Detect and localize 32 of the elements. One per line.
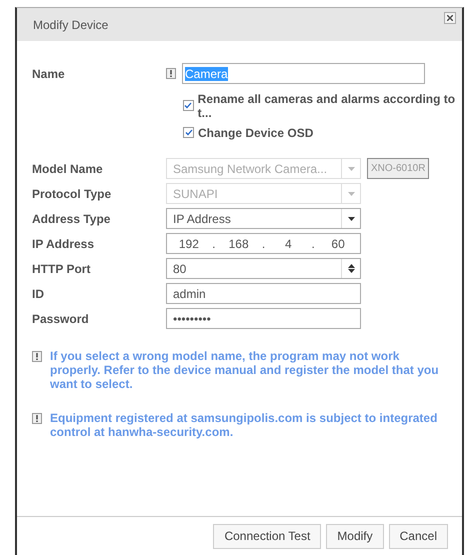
dropdown[interactable]: IP Address [166, 208, 361, 229]
model-tag: XNO-6010R [367, 158, 430, 179]
warning-icon [32, 351, 42, 362]
dialog-button[interactable]: Cancel [388, 524, 448, 548]
close-button[interactable] [444, 12, 456, 24]
checkbox-label: Rename all cameras and alarms according to t... [198, 92, 456, 120]
field-label: Model Name [32, 162, 104, 176]
password-field[interactable]: ••••••••• [166, 308, 361, 329]
warning-icon [32, 413, 42, 424]
dialog-title: Modify Device [33, 18, 108, 32]
dialog-button[interactable]: Connection Test [213, 524, 322, 548]
port-spin-field[interactable]: 80 [166, 258, 361, 279]
field-label: Password [32, 312, 90, 326]
field-label: HTTP Port [32, 262, 92, 276]
field-label: Name [32, 66, 66, 80]
field-label: Address Type [32, 212, 112, 226]
text-field[interactable]: admin [166, 283, 361, 304]
warning-icon [166, 68, 176, 79]
close-icon [447, 14, 453, 20]
checkbox[interactable] [183, 127, 194, 138]
dropdown-arrow-icon [348, 192, 354, 196]
checkbox[interactable] [183, 100, 194, 111]
dialog-button[interactable]: Modify [326, 524, 384, 548]
field-label: ID [32, 286, 45, 300]
field-label: Protocol Type [32, 186, 112, 200]
checkbox-label: Change Device OSD [198, 126, 314, 140]
info-note: Equipment registered at samsungipolis.com is subject to integrated control at hanwha-security.com. [50, 411, 438, 439]
info-note: If you select a wrong model name, the program may not work properly. Refer to the device manual and register the model that you want to select. [50, 349, 440, 391]
ip-address-field[interactable]: 192 . 168 . 4 . 60 [166, 233, 361, 254]
dropdown-arrow-icon [348, 216, 354, 220]
field-label: IP Address [32, 236, 96, 250]
dropdown-arrow-icon [348, 166, 354, 170]
